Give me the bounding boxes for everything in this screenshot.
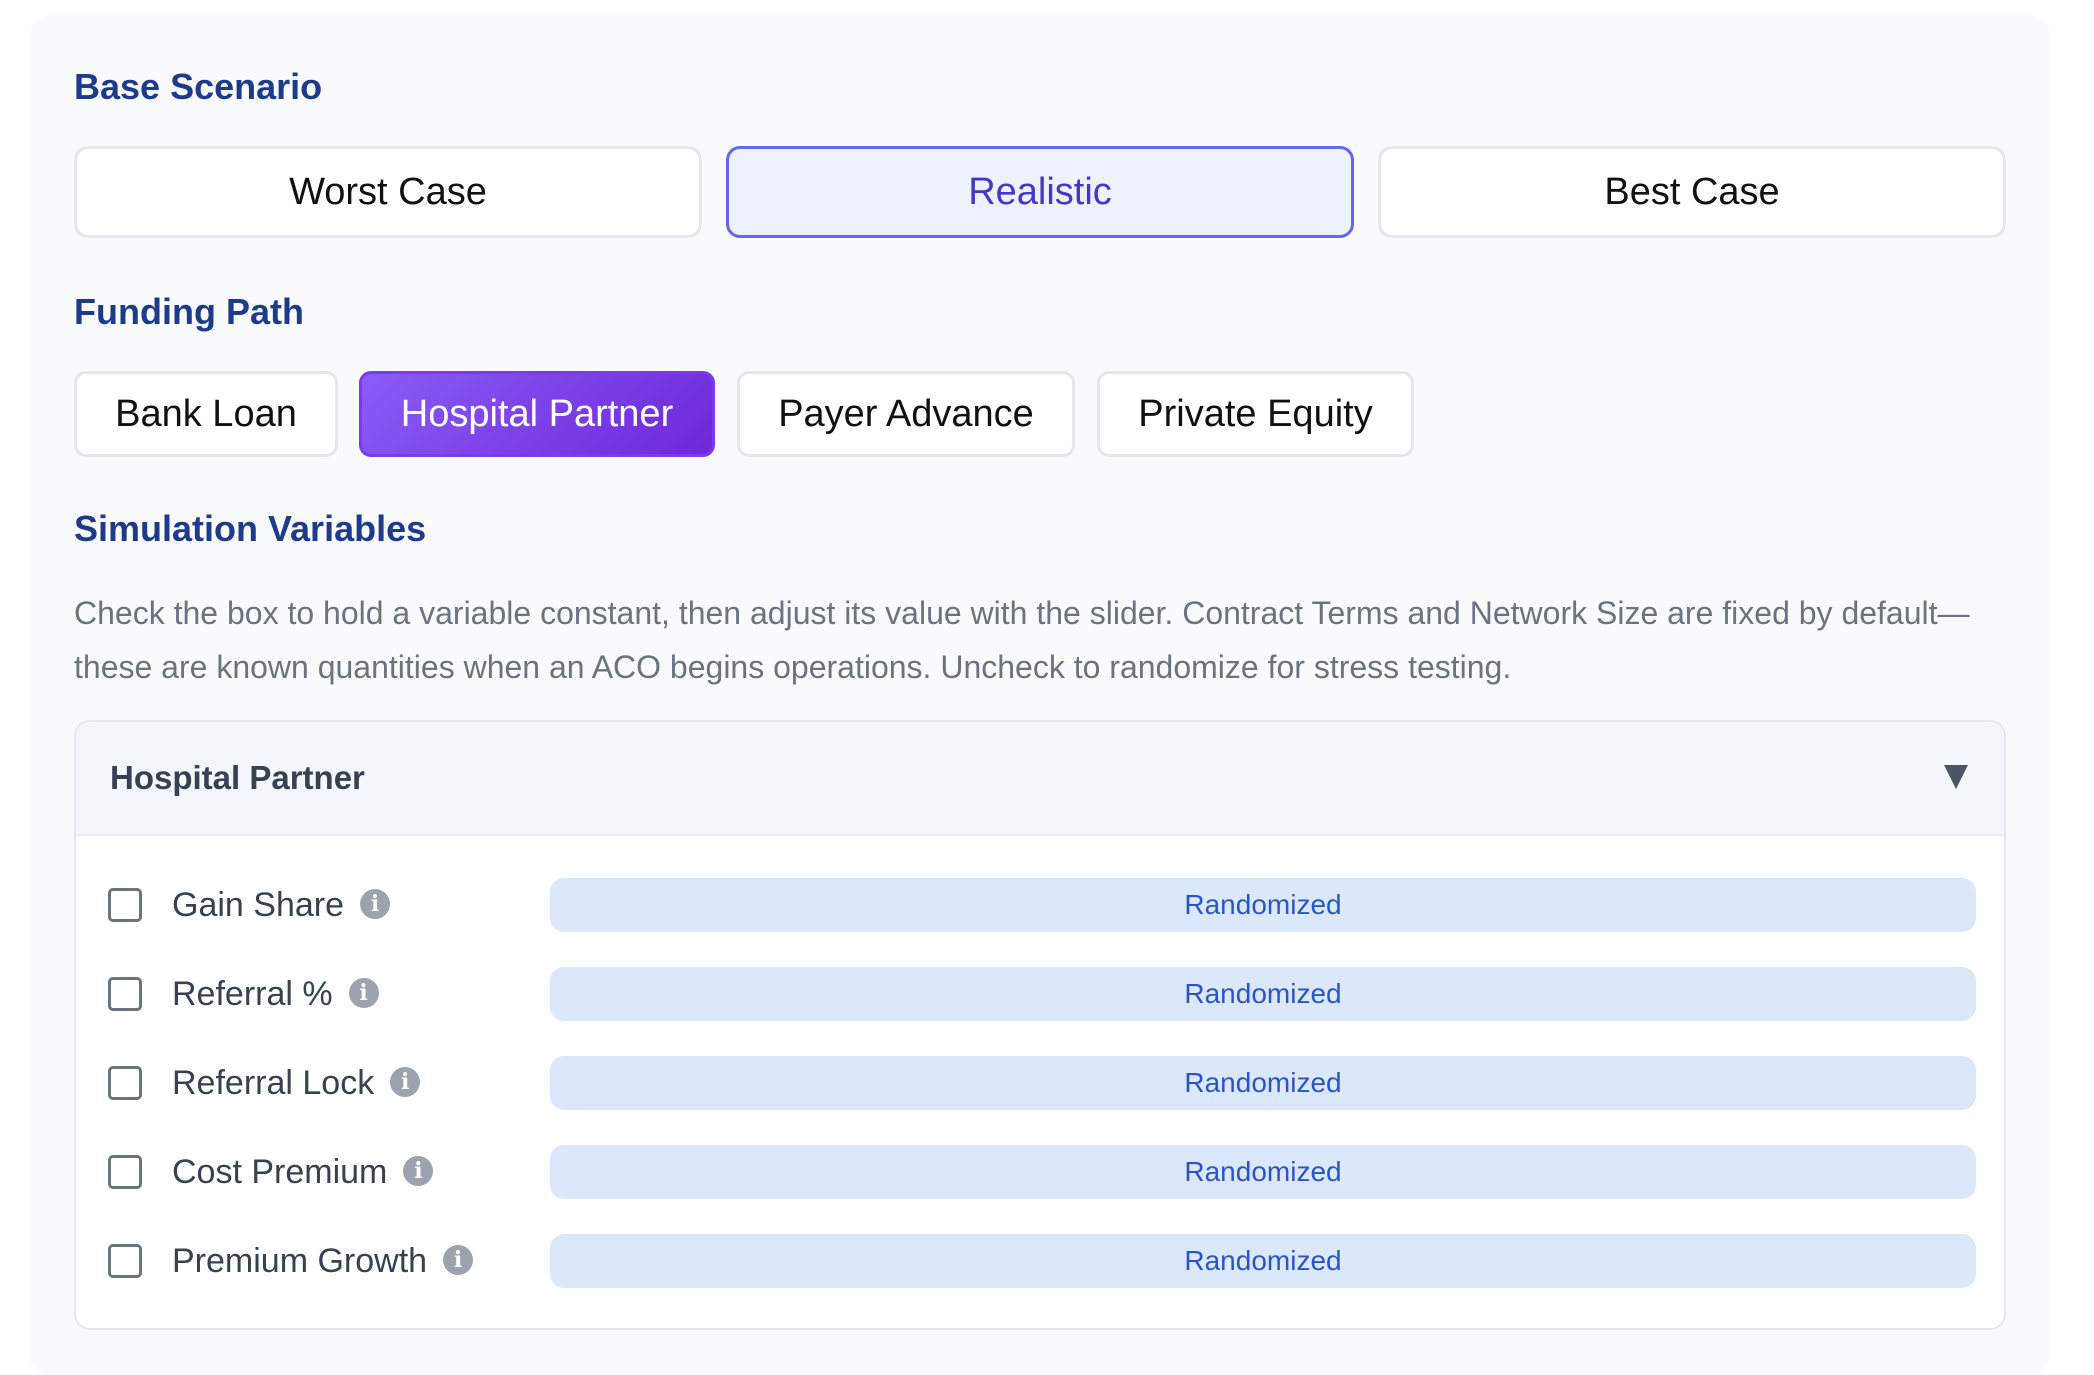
variable-row-premium-growth: Premium Growth i Randomized [76,1234,2004,1288]
info-icon[interactable]: i [390,1067,421,1098]
referral-percent-label: Referral % i [172,967,379,1021]
info-icon[interactable]: i [348,978,379,1009]
info-icon[interactable]: i [443,1245,474,1276]
info-icon[interactable]: i [360,889,390,920]
realistic-button[interactable]: Realistic [726,146,1354,238]
cost-premium-checkbox[interactable] [108,1155,142,1189]
bank-loan-button[interactable]: Bank Loan [74,371,338,457]
worst-case-button[interactable]: Worst Case [74,146,702,238]
info-icon[interactable]: i [403,1156,434,1187]
variable-row-referral-lock: Referral Lock i Randomized [76,1056,2004,1110]
simulation-variables-title: Simulation Variables [74,508,427,549]
premium-growth-randomized-bar[interactable]: Randomized [550,1234,1976,1288]
referral-lock-checkbox[interactable] [108,1066,142,1100]
referral-percent-checkbox[interactable] [108,977,142,1011]
best-case-button[interactable]: Best Case [1378,146,2006,238]
gain-share-checkbox[interactable] [108,888,142,922]
premium-growth-checkbox[interactable] [108,1244,142,1278]
hospital-partner-button[interactable]: Hospital Partner [359,371,715,457]
payer-advance-button[interactable]: Payer Advance [737,371,1075,457]
variable-row-gain-share: Gain Share i Randomized [76,878,2004,932]
variables-group-title: Hospital Partner [110,759,365,796]
funding-path-title: Funding Path [74,291,304,332]
referral-lock-randomized-bar[interactable]: Randomized [550,1056,1976,1110]
private-equity-button[interactable]: Private Equity [1097,371,1414,457]
cost-premium-randomized-bar[interactable]: Randomized [550,1145,1976,1199]
simulation-description: Check the box to hold a variable constan… [74,595,1970,685]
base-scenario-title: Base Scenario [74,66,323,107]
gain-share-randomized-bar[interactable]: Randomized [550,878,1976,932]
variable-row-referral-percent: Referral % i Randomized [76,967,2004,1021]
variables-group-header[interactable]: Hospital Partner [76,722,2004,836]
gain-share-label: Gain Share i [172,878,390,932]
referral-lock-label: Referral Lock i [172,1056,421,1110]
referral-percent-randomized-bar[interactable]: Randomized [550,967,1976,1021]
variable-row-cost-premium: Cost Premium i Randomized [76,1145,2004,1199]
cost-premium-label: Cost Premium i [172,1145,434,1199]
premium-growth-label: Premium Growth i [172,1234,474,1288]
variables-group: Hospital Partner Gain Share i Randomized … [74,720,2006,1330]
collapse-caret-icon[interactable] [1944,765,1968,789]
